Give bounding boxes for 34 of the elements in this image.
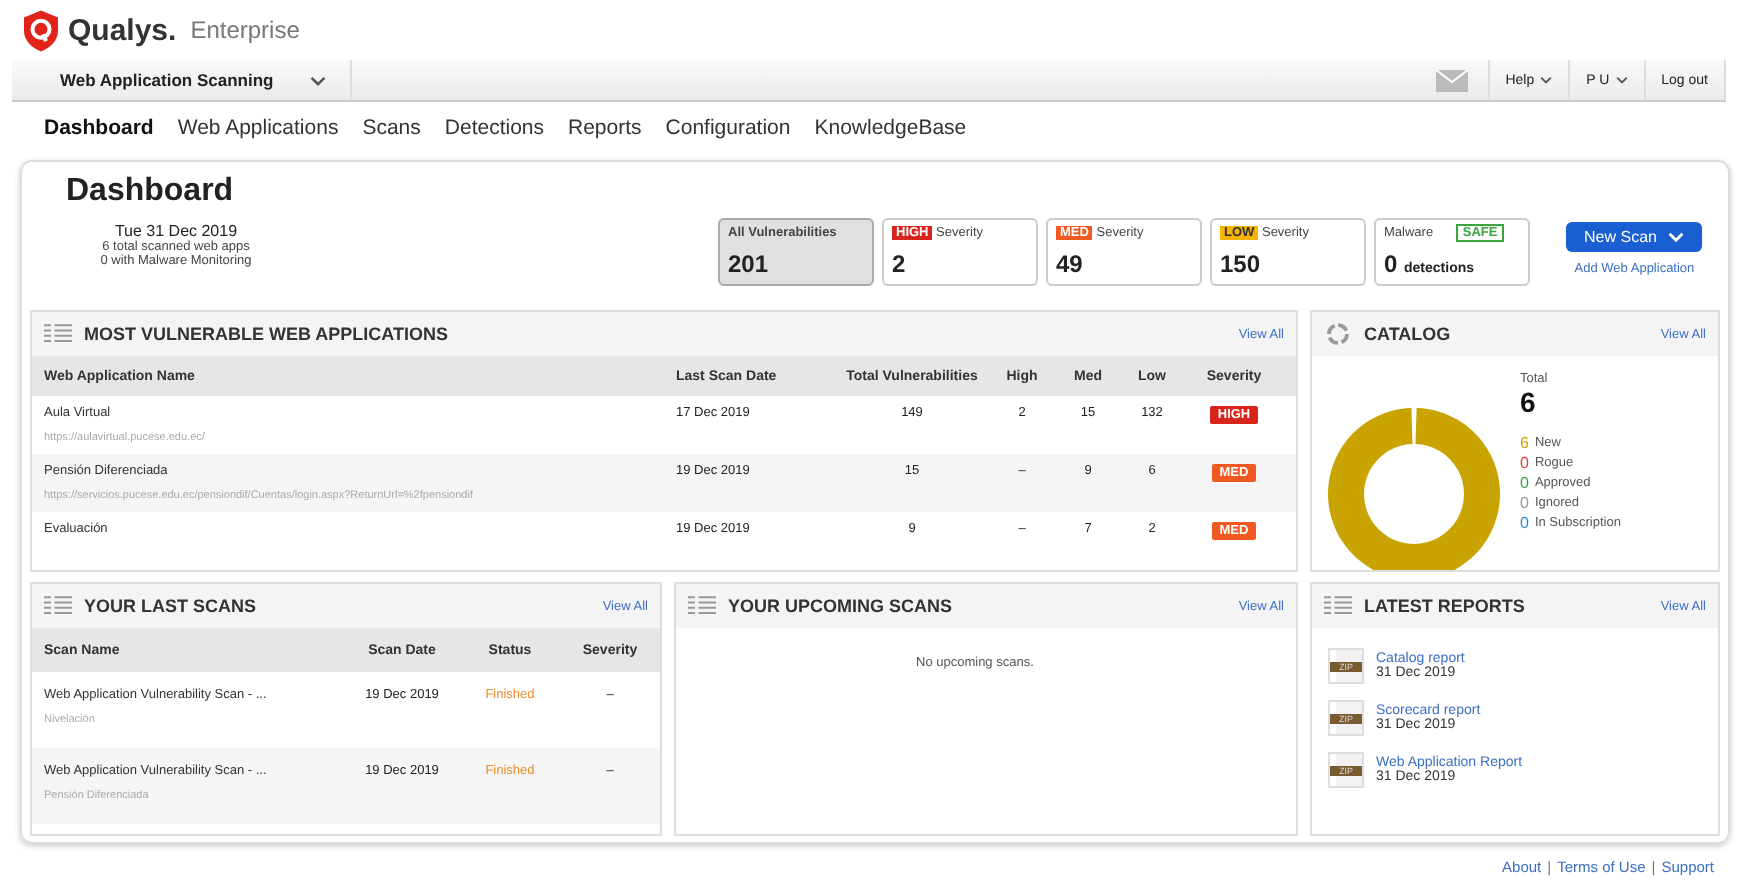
panel-title: LATEST REPORTS — [1364, 596, 1525, 616]
nav-tab[interactable]: Detections — [432, 116, 556, 140]
nav-tab[interactable]: KnowledgeBase — [802, 116, 979, 140]
nav-tab[interactable]: Web Applications — [165, 116, 351, 140]
list-icon — [44, 322, 72, 346]
list-icon — [44, 594, 72, 618]
nav-tab[interactable]: Scans — [350, 116, 433, 140]
chevron-down-icon — [1540, 76, 1553, 84]
loading-ring-icon — [1324, 322, 1352, 346]
shield-logo-icon — [24, 9, 58, 51]
legend-count: 0 — [1520, 474, 1529, 494]
total-value: 6 — [1520, 386, 1538, 418]
panel-title: CATALOG — [1364, 324, 1451, 344]
page-title: Dashboard — [66, 174, 236, 210]
edition-label: Enterprise — [190, 16, 300, 44]
chevron-down-icon — [309, 75, 326, 85]
legend-count: 6 — [1520, 434, 1529, 454]
chevron-down-icon — [1615, 76, 1628, 84]
nav-tab[interactable]: Configuration — [653, 116, 803, 140]
nav-tab[interactable]: Dashboard — [32, 116, 166, 140]
list-icon — [1324, 594, 1352, 618]
chevron-down-icon — [1668, 232, 1685, 242]
module-dropdown[interactable]: Web Application Scanning — [12, 60, 352, 100]
list-icon — [688, 594, 716, 618]
legend-count: 0 — [1520, 454, 1529, 474]
nav-tab[interactable]: Reports — [556, 116, 654, 140]
summary-date: Tue 31 Dec 2019 — [112, 222, 240, 240]
new-scan-button[interactable]: New Scan — [1566, 222, 1703, 252]
panel-title: YOUR UPCOMING SCANS — [728, 596, 953, 616]
panel-title: MOST VULNERABLE WEB APPLICATIONS — [84, 324, 448, 344]
legend-count: 0 — [1520, 494, 1529, 514]
brand-name: Qualys. — [68, 13, 177, 47]
legend-count: 0 — [1520, 514, 1529, 534]
panel-title: YOUR LAST SCANS — [84, 596, 257, 616]
